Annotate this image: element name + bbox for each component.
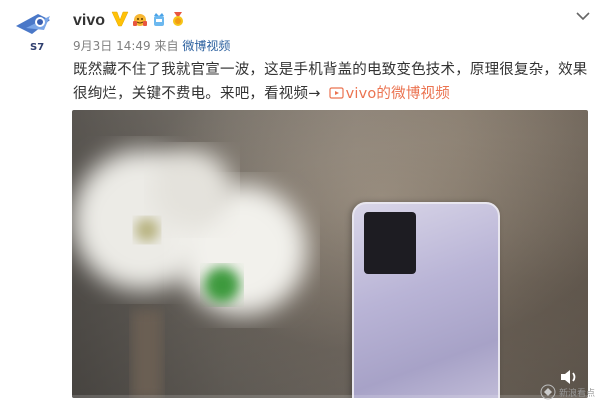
video-link-icon[interactable]	[328, 83, 344, 99]
author-row: vivo	[73, 10, 186, 32]
post-meta: 9月3日 14:49 来自 微博视频	[73, 38, 230, 54]
author-name[interactable]: vivo	[73, 12, 105, 30]
phone-device	[352, 202, 500, 398]
camera-module	[364, 212, 416, 274]
post-text: 既然藏不住了我就官宣一波，这是手机背盖的电致变色技术，原理很复杂，效果很绚烂，关…	[73, 58, 593, 106]
watermark-logo-icon	[540, 384, 556, 400]
arrow-text: →	[308, 86, 321, 102]
from-prefix: 来自	[154, 39, 179, 53]
video-progress-bar[interactable]	[72, 395, 588, 398]
chevron-down-icon[interactable]	[575, 7, 591, 21]
blurred-flowers	[72, 150, 307, 398]
verified-v-icon[interactable]	[105, 10, 129, 32]
crown-bag-icon[interactable]	[148, 11, 167, 31]
post-source[interactable]: 微博视频	[182, 39, 230, 53]
watermark-text: 新浪看点	[559, 388, 596, 399]
post-date[interactable]: 9月3日 14:49	[73, 39, 151, 53]
video-player[interactable]	[72, 110, 588, 398]
video-link[interactable]: vivo的微博视频	[346, 86, 450, 102]
medal-icon[interactable]	[167, 11, 186, 31]
hands-emoji-icon[interactable]	[129, 11, 148, 31]
watermark: 新浪看点	[540, 384, 595, 400]
avatar[interactable]: S7	[10, 6, 58, 54]
avatar-label: S7	[30, 42, 44, 53]
